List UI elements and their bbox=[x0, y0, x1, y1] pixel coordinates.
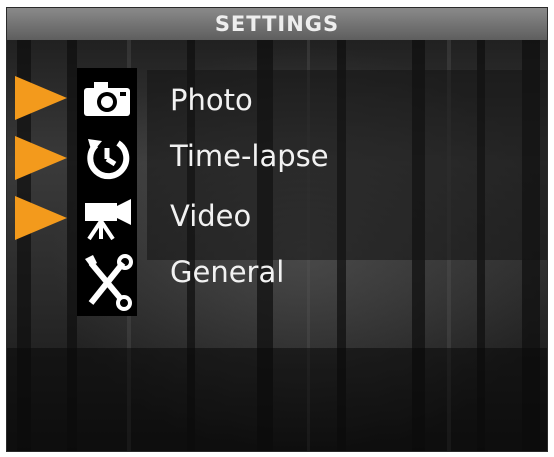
menu-item-time-lapse[interactable]: Time-lapse bbox=[7, 128, 547, 188]
menu-item-label: General bbox=[170, 255, 285, 289]
menu-item-photo[interactable]: Photo bbox=[7, 68, 547, 128]
selection-arrow-icon bbox=[15, 76, 67, 120]
menu-item-general[interactable]: General bbox=[7, 248, 547, 316]
menu-item-label: Photo bbox=[170, 83, 253, 117]
selection-arrow-icon bbox=[15, 136, 67, 180]
timer-icon bbox=[77, 128, 137, 188]
tools-icon bbox=[77, 248, 137, 316]
video-camera-icon bbox=[77, 188, 137, 248]
camera-icon bbox=[77, 68, 137, 128]
menu-item-label: Video bbox=[170, 199, 252, 233]
menu-item-label: Time-lapse bbox=[170, 139, 329, 173]
title-bar: SETTINGS bbox=[7, 8, 547, 40]
menu-item-video[interactable]: Video bbox=[7, 188, 547, 248]
selection-arrow-icon bbox=[15, 196, 67, 240]
page-title: SETTINGS bbox=[214, 12, 340, 36]
settings-screen: SETTINGS Photo Time-lapse Video General bbox=[6, 7, 548, 452]
